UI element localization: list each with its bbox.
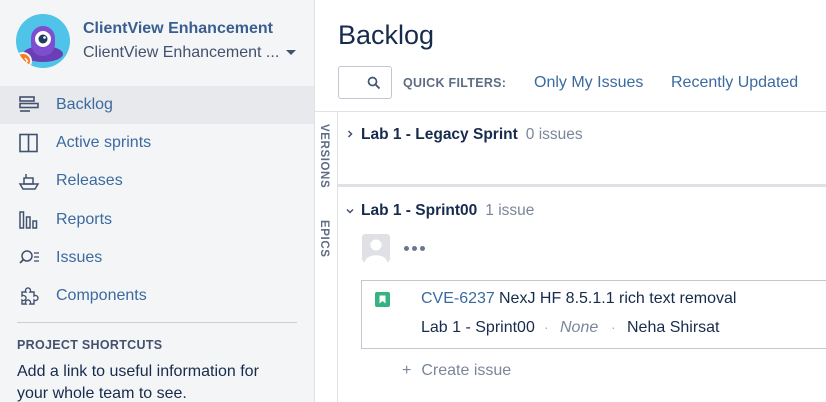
- sidebar-item-label: Components: [56, 287, 147, 305]
- header-divider: [315, 111, 826, 112]
- sidebar-divider: [17, 322, 297, 323]
- backlog-icon: [18, 95, 40, 115]
- issue-key[interactable]: CVE-6237: [421, 290, 495, 308]
- plus-icon: +: [402, 362, 412, 379]
- meta-separator: ·: [544, 319, 549, 335]
- sidebar-nav: Backlog Active sprints Releases Reports: [0, 86, 314, 315]
- code-badge-icon: [16, 52, 32, 68]
- reports-icon: [18, 210, 40, 230]
- search-input[interactable]: [338, 66, 392, 99]
- sidebar-item-label: Active sprints: [56, 134, 152, 152]
- sprint-divider: [338, 184, 826, 187]
- tab-epics[interactable]: EPICS: [318, 220, 330, 258]
- sprint-name: Lab 1 - Sprint00: [361, 202, 478, 219]
- sidebar-item-issues[interactable]: Issues: [0, 239, 314, 277]
- filter-only-my-issues[interactable]: Only My Issues: [534, 74, 643, 92]
- create-issue-label: Create issue: [421, 362, 512, 379]
- chevron-right-icon[interactable]: [346, 130, 354, 138]
- create-issue-button[interactable]: + Create issue: [402, 362, 511, 380]
- sprint-header[interactable]: Lab 1 - Sprint00 1 issue: [361, 202, 534, 220]
- project-avatar: [16, 14, 70, 68]
- project-switcher[interactable]: ClientView Enhancement ...: [83, 44, 279, 62]
- issues-search-icon: [18, 248, 40, 268]
- issue-card[interactable]: CVE-6237 NexJ HF 8.5.1.1 rich text remov…: [361, 280, 826, 349]
- board-icon: [18, 133, 40, 153]
- issue-summary: NexJ HF 8.5.1.1 rich text removal: [499, 290, 737, 307]
- sidebar-item-components[interactable]: Components: [0, 277, 314, 315]
- sidebar-item-backlog[interactable]: Backlog: [0, 86, 314, 125]
- more-actions-icon[interactable]: [404, 246, 425, 251]
- issue-status: None: [560, 319, 599, 336]
- quick-filters-label: QUICK FILTERS:: [403, 76, 507, 90]
- issue-assignee: Neha Shirsat: [627, 319, 720, 336]
- issue-sprint: Lab 1 - Sprint00: [421, 319, 535, 336]
- sidebar-item-label: Backlog: [56, 96, 113, 114]
- chevron-down-icon[interactable]: [286, 50, 296, 55]
- sidebar-item-label: Releases: [56, 172, 123, 190]
- sprint-header[interactable]: Lab 1 - Legacy Sprint 0 issues: [361, 126, 583, 144]
- user-avatar[interactable]: [362, 234, 390, 262]
- sidebar-item-label: Issues: [56, 248, 103, 266]
- sprint-name: Lab 1 - Legacy Sprint: [361, 126, 518, 143]
- meta-separator: ·: [611, 319, 616, 335]
- project-header[interactable]: ClientView Enhancement ClientView Enhanc…: [16, 14, 306, 76]
- sidebar-item-active-sprints[interactable]: Active sprints: [0, 124, 314, 162]
- filter-recently-updated[interactable]: Recently Updated: [671, 74, 798, 92]
- chevron-down-icon[interactable]: [346, 207, 354, 215]
- sidebar-item-releases[interactable]: Releases: [0, 162, 314, 200]
- page-title: Backlog: [338, 20, 435, 50]
- ship-icon: [18, 171, 40, 191]
- side-tabs: VERSIONS EPICS: [315, 112, 338, 402]
- project-sidebar: ClientView Enhancement ClientView Enhanc…: [0, 0, 315, 402]
- sprint-issue-count: 1 issue: [485, 202, 535, 219]
- sprint-issue-count: 0 issues: [525, 126, 583, 143]
- puzzle-icon: [18, 286, 40, 306]
- project-title[interactable]: ClientView Enhancement: [83, 20, 273, 38]
- project-shortcuts-text[interactable]: Add a link to useful information for you…: [17, 361, 287, 402]
- sidebar-item-reports[interactable]: Reports: [0, 201, 314, 239]
- sidebar-item-label: Reports: [56, 210, 113, 228]
- search-icon: [367, 76, 381, 90]
- project-shortcuts-heading: PROJECT SHORTCUTS: [17, 338, 163, 352]
- tab-versions[interactable]: VERSIONS: [318, 124, 330, 188]
- story-icon: [375, 292, 390, 307]
- backlog-main: Backlog QUICK FILTERS: Only My Issues Re…: [315, 0, 826, 402]
